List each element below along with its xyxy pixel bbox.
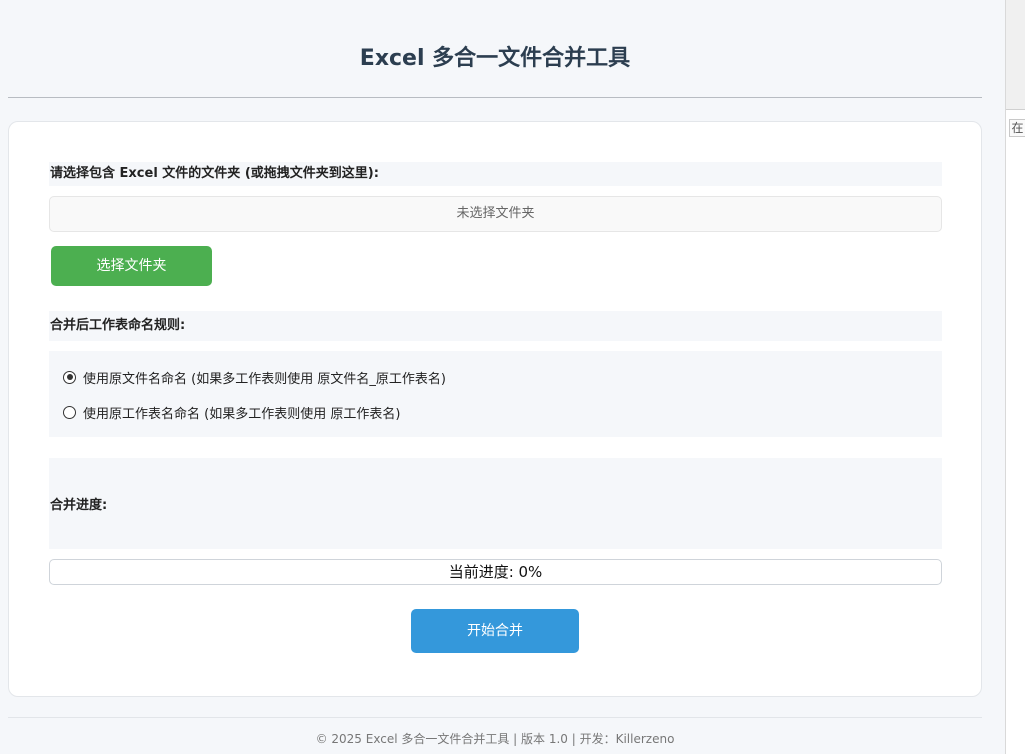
progress-label: 合并进度:: [50, 498, 108, 513]
side-tab[interactable]: 在: [1009, 119, 1025, 137]
naming-section-label: 合并后工作表命名规则:: [49, 311, 942, 341]
naming-option-filename[interactable]: 使用原文件名命名 (如果多工作表则使用 原文件名_原工作表名): [63, 367, 446, 387]
naming-options-group: 使用原文件名命名 (如果多工作表则使用 原文件名_原工作表名) 使用原工作表名命…: [49, 351, 942, 437]
naming-option-label: 使用原工作表名命名 (如果多工作表则使用 原工作表名): [83, 406, 401, 422]
footer-divider: [8, 717, 982, 718]
radio-checked-icon[interactable]: [63, 370, 76, 384]
folder-section-label: 请选择包含 Excel 文件的文件夹 (或拖拽文件夹到这里):: [49, 162, 942, 186]
scrollbar-track[interactable]: [1006, 0, 1025, 110]
footer-text: © 2025 Excel 多合一文件合并工具 | 版本 1.0 | 开发：Kil…: [315, 732, 675, 746]
select-folder-button[interactable]: 选择文件夹: [51, 246, 212, 286]
folder-drop-zone[interactable]: 未选择文件夹: [49, 196, 942, 232]
header-divider: [8, 97, 982, 98]
browser-side-panel: 在: [1005, 0, 1025, 754]
page-title: Excel 多合一文件合并工具: [359, 46, 631, 71]
app-viewport: Excel 多合一文件合并工具 请选择包含 Excel 文件的文件夹 (或拖拽文…: [0, 0, 1005, 754]
naming-option-label: 使用原文件名命名 (如果多工作表则使用 原文件名_原工作表名): [83, 371, 446, 387]
start-merge-button[interactable]: 开始合并: [411, 609, 579, 653]
progress-section: 合并进度:: [49, 458, 942, 549]
progress-status-text: 当前进度: 0%: [448, 563, 543, 581]
naming-option-sheetname[interactable]: 使用原工作表名命名 (如果多工作表则使用 原工作表名): [63, 402, 400, 422]
radio-unchecked-icon[interactable]: [63, 405, 76, 419]
progress-bar: 当前进度: 0%: [49, 559, 942, 585]
main-card: 请选择包含 Excel 文件的文件夹 (或拖拽文件夹到这里): 未选择文件夹 选…: [8, 121, 982, 697]
